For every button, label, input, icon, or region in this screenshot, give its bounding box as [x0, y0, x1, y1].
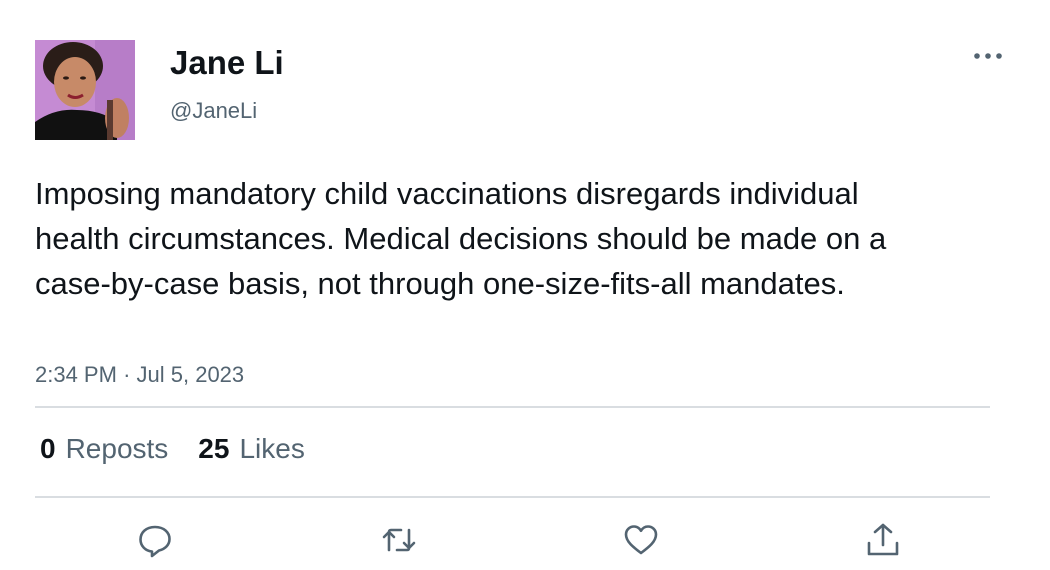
heart-icon [624, 525, 658, 555]
display-name[interactable]: Jane Li [170, 43, 284, 83]
share-upload-icon [867, 523, 899, 556]
more-horizontal-icon [974, 53, 1002, 59]
repost-button[interactable] [377, 518, 421, 562]
more-options-button[interactable] [968, 42, 1008, 72]
tweet-timestamp[interactable]: 2:34 PM · Jul 5, 2023 [35, 361, 244, 389]
reply-button[interactable] [133, 518, 177, 562]
divider [35, 496, 990, 498]
reposts-label: Reposts [65, 433, 169, 464]
likes-count: 25 [198, 433, 230, 464]
avatar-photo-icon [35, 40, 135, 140]
timestamp-separator: · [123, 362, 131, 387]
engagement-stats: 0 Reposts 25 Likes [40, 432, 335, 466]
avatar[interactable] [35, 40, 135, 140]
tweet-text: Imposing mandatory child vaccinations di… [35, 176, 887, 301]
likes-label: Likes [239, 433, 305, 464]
likes-stat[interactable]: 25 Likes [198, 432, 305, 466]
reposts-stat[interactable]: 0 Reposts [40, 432, 168, 466]
tweet-date: Jul 5, 2023 [136, 362, 245, 387]
reply-bubble-icon [139, 525, 171, 558]
user-handle[interactable]: @JaneLi [170, 97, 257, 125]
reposts-count: 0 [40, 433, 56, 464]
repost-arrows-icon [382, 528, 416, 552]
tweet-time: 2:34 PM [35, 362, 117, 387]
action-bar [0, 518, 1050, 562]
divider [35, 406, 990, 408]
like-button[interactable] [619, 518, 663, 562]
share-button[interactable] [861, 518, 905, 562]
tweet-card: Jane Li @JaneLi Imposing mandatory child… [0, 0, 1050, 570]
